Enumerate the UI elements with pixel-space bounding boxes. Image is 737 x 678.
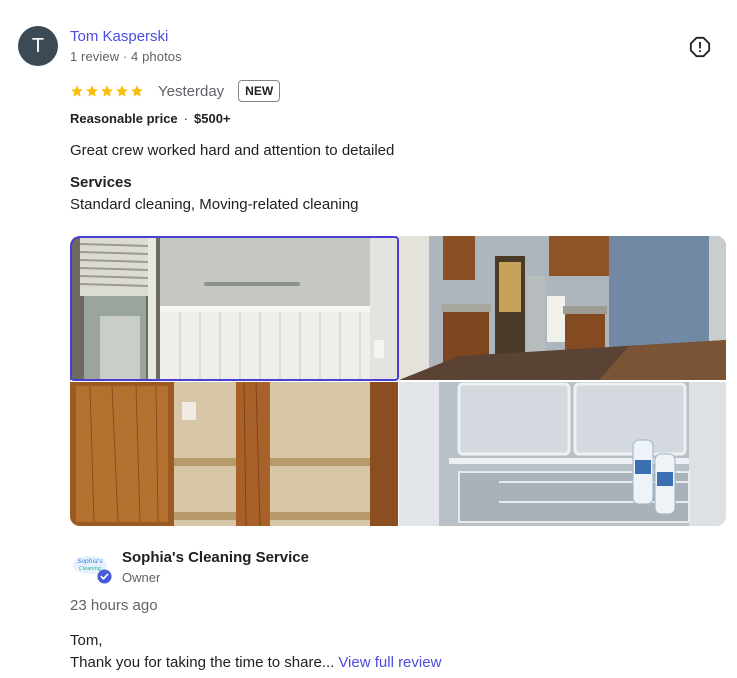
- report-icon: [689, 36, 711, 58]
- rating-row: Yesterday NEW: [70, 78, 281, 104]
- owner-greeting: Tom,: [70, 632, 103, 649]
- new-badge: NEW: [238, 80, 281, 102]
- reviewer-meta: 1 review · 4 photos: [70, 49, 182, 64]
- star-icon: [131, 85, 143, 97]
- kitchen-photo[interactable]: [399, 236, 726, 380]
- price-row: Reasonable price · $500+: [70, 111, 231, 126]
- business-logo: Sophia's Cleaning: [72, 552, 112, 584]
- services-heading: Services: [70, 174, 132, 191]
- review-date: Yesterday: [158, 82, 225, 100]
- owner-reply: Thank you for taking the time to share..…: [70, 654, 441, 671]
- avatar-initial: T: [31, 34, 45, 57]
- star-rating: [70, 84, 144, 98]
- bathroom-wall-photo[interactable]: [70, 236, 398, 380]
- business-name: Sophia's Cleaning Service: [122, 549, 309, 566]
- star-icon: [86, 85, 98, 97]
- svg-text:Sophia's: Sophia's: [77, 558, 102, 565]
- verified-check-icon: [97, 569, 112, 584]
- review-text: Great crew worked hard and attention to …: [70, 142, 395, 159]
- view-full-review-link[interactable]: View full review: [338, 654, 441, 671]
- services-value: Standard cleaning, Moving-related cleani…: [70, 196, 359, 213]
- owner-role: Owner: [122, 570, 161, 585]
- separator-dot: ·: [183, 111, 188, 126]
- photo-grid: [70, 236, 726, 526]
- star-icon: [71, 85, 83, 97]
- refrigerator-photo[interactable]: [399, 382, 726, 526]
- owner-reply-text: Thank you for taking the time to share..…: [70, 654, 335, 671]
- star-icon: [116, 85, 128, 97]
- reviewer-name-link[interactable]: Tom Kasperski: [70, 28, 168, 45]
- price-label: Reasonable price: [70, 111, 178, 126]
- owner-response-time: 23 hours ago: [70, 597, 158, 614]
- reviewer-avatar[interactable]: T: [18, 26, 58, 66]
- cabinet-shelves-photo[interactable]: [70, 382, 398, 526]
- star-icon: [101, 85, 113, 97]
- report-button[interactable]: [689, 36, 711, 58]
- price-value: $500+: [194, 111, 231, 126]
